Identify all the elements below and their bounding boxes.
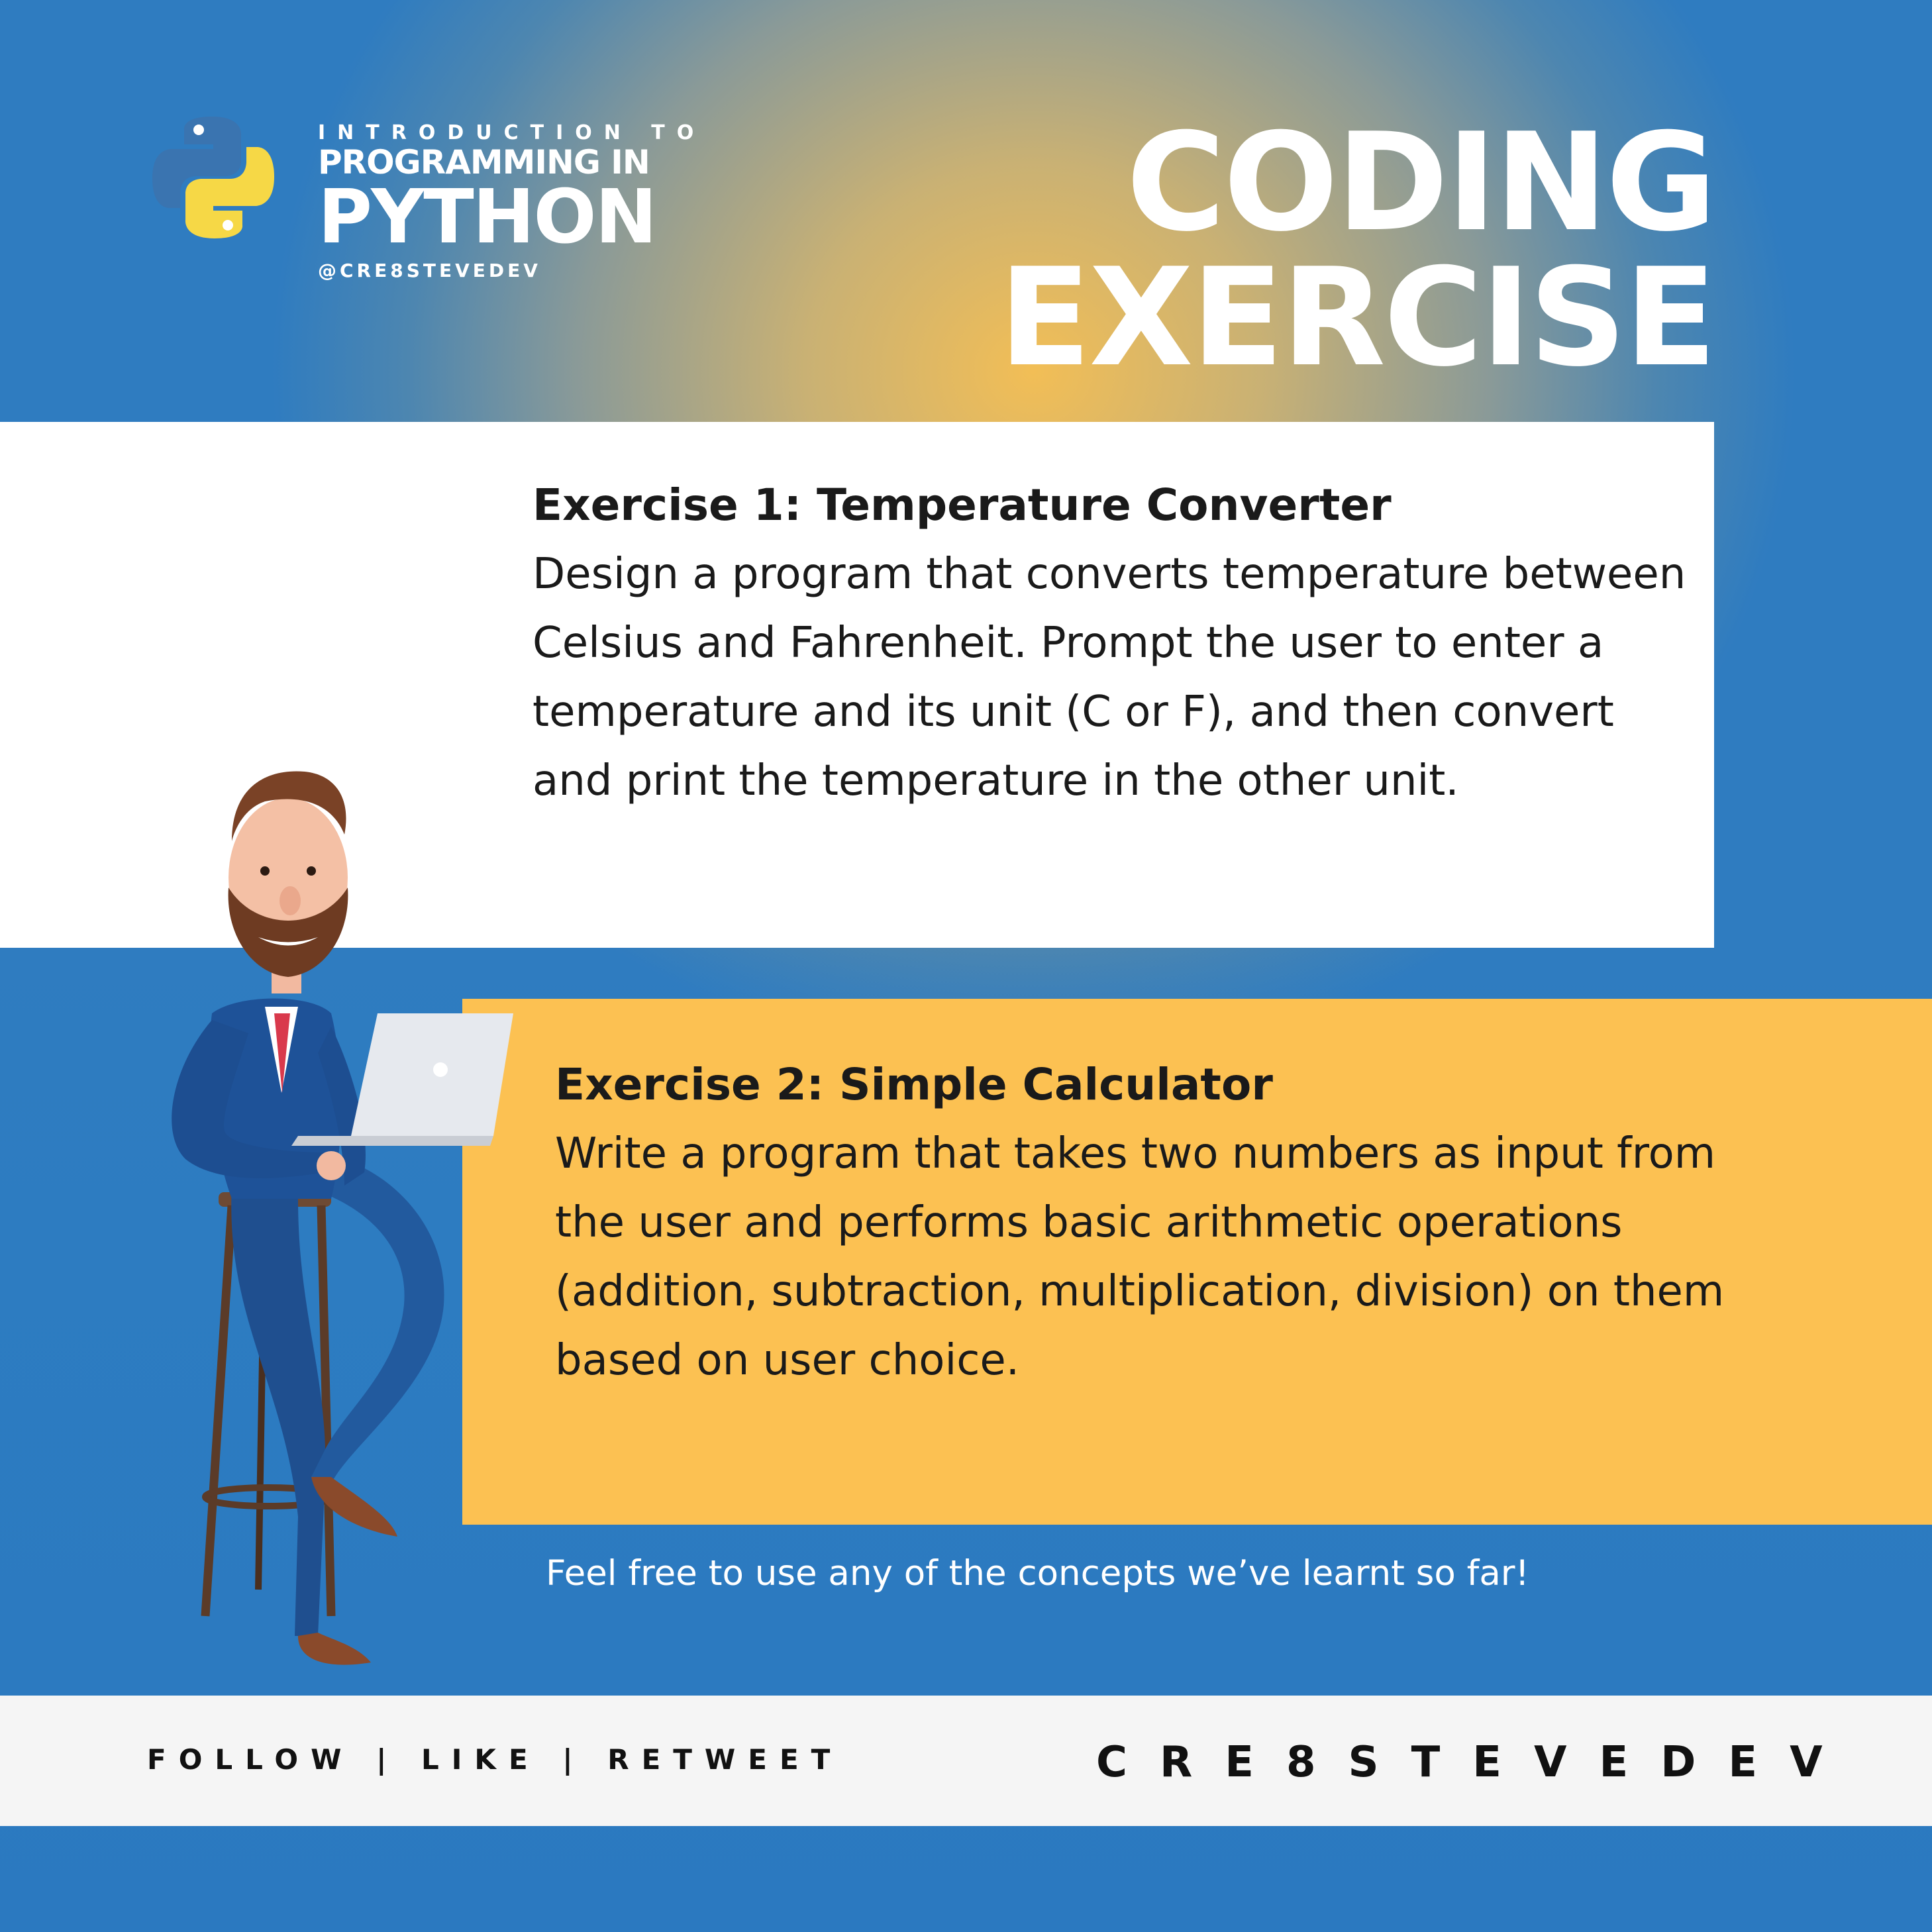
brand-intro: INTRODUCTION TO [318, 121, 706, 144]
exercise-1-heading: Exercise 1: Temperature Converter [533, 480, 1392, 531]
exercise-2-body: Write a program that takes two numbers a… [555, 1129, 1725, 1385]
brand-handle: @CRE8STEVEDEV [318, 260, 541, 281]
brand-line2: PYTHON [318, 174, 657, 260]
title-line2: EXERCISE [999, 240, 1717, 397]
title-line1: CODING [1126, 105, 1717, 262]
person-with-laptop-illustration [172, 771, 513, 1665]
brand-block: INTRODUCTION TO PROGRAMMING IN PYTHON @C… [318, 121, 705, 281]
footer-call-to-action: FOLLOW | LIKE | RETWEET [147, 1743, 843, 1776]
exercise-2: Exercise 2: Simple Calculator Write a pr… [555, 1058, 1727, 1395]
footer-handle: CRE8STEVEDEV [1096, 1738, 1855, 1787]
python-logo-icon [152, 117, 274, 238]
exercise-1: Exercise 1: Temperature Converter Design… [533, 479, 1705, 815]
note-text: Feel free to use any of the concepts we’… [546, 1553, 1529, 1594]
page-title: CODING EXERCISE [999, 105, 1717, 397]
exercise-1-body: Design a program that converts temperatu… [533, 550, 1686, 805]
exercise-2-heading: Exercise 2: Simple Calculator [555, 1059, 1273, 1110]
